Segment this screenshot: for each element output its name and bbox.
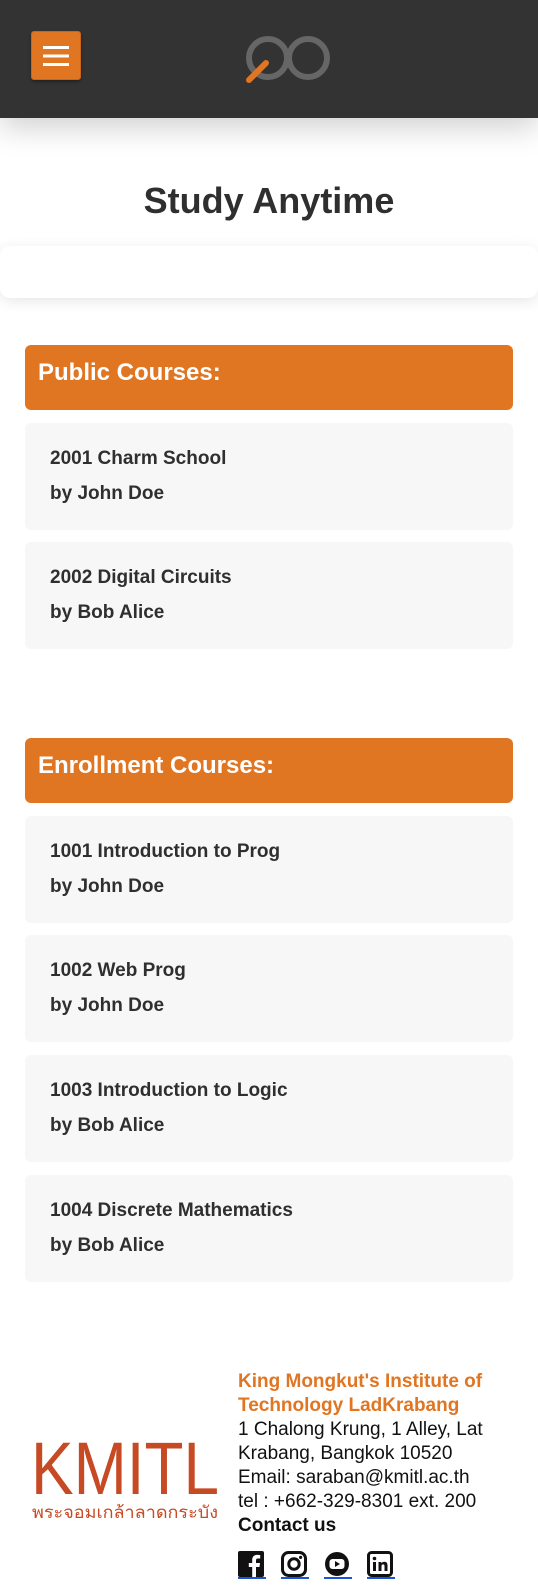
menu-button[interactable] <box>31 31 81 80</box>
course-author: by Bob Alice <box>50 1235 165 1256</box>
public-courses-heading: Public Courses: <box>38 359 221 386</box>
contact-heading: Contact us <box>238 1515 337 1536</box>
enrollment-courses-header: Enrollment Courses: <box>25 738 513 803</box>
course-author: by Bob Alice <box>50 1115 165 1136</box>
course-card[interactable]: 1003 Introduction to Logic by Bob Alice <box>25 1055 513 1162</box>
instagram-link[interactable] <box>281 1551 309 1579</box>
phone-text: tel : +662-329-8301 ext. 200 <box>238 1491 477 1512</box>
course-title: 1002 Web Prog <box>50 960 186 981</box>
course-card[interactable]: 2002 Digital Circuits by Bob Alice <box>25 542 513 649</box>
institution-name: King Mongkut's Institute of Technology L… <box>238 1371 483 1416</box>
course-card[interactable]: 1002 Web Prog by John Doe <box>25 935 513 1042</box>
course-title: 1004 Discrete Mathematics <box>50 1200 293 1221</box>
kmitl-logo: KMITL พระจอมเกล้าลาดกระบัง <box>31 1432 219 1523</box>
youtube-link[interactable] <box>324 1551 352 1579</box>
kmitl-logo-subtext: พระจอมเกล้าลาดกระบัง <box>32 1503 218 1523</box>
page-title: Study Anytime <box>143 180 395 221</box>
course-title: 2001 Charm School <box>50 448 227 469</box>
course-card[interactable]: 1001 Introduction to Prog by John Doe <box>25 816 513 923</box>
kmitl-logo-text: KMITL <box>31 1432 219 1510</box>
course-author: by John Doe <box>50 995 165 1016</box>
course-title: 1001 Introduction to Prog <box>50 841 281 862</box>
linkedin-icon <box>367 1551 393 1577</box>
course-title: 1003 Introduction to Logic <box>50 1080 288 1101</box>
course-card[interactable]: 2001 Charm School by John Doe <box>25 423 513 530</box>
top-navbar <box>0 0 538 118</box>
hamburger-icon <box>43 45 69 66</box>
facebook-link[interactable] <box>238 1551 266 1579</box>
footer-info: King Mongkut's Institute of Technology L… <box>238 1370 538 1538</box>
course-card[interactable]: 1004 Discrete Mathematics by Bob Alice <box>25 1175 513 1282</box>
youtube-icon <box>325 1552 349 1576</box>
course-author: by John Doe <box>50 483 165 504</box>
course-author: by John Doe <box>50 876 165 897</box>
instagram-icon <box>281 1551 307 1577</box>
filter-bar <box>0 246 538 298</box>
enrollment-courses-heading: Enrollment Courses: <box>38 752 275 779</box>
course-author: by Bob Alice <box>50 602 165 623</box>
address-text: 1 Chalong Krung, 1 Alley, Lat Krabang, B… <box>238 1419 483 1464</box>
linkedin-link[interactable] <box>367 1551 395 1579</box>
public-courses-header: Public Courses: <box>25 345 513 410</box>
facebook-icon <box>238 1551 264 1577</box>
course-title: 2002 Digital Circuits <box>50 567 232 588</box>
infinity-logo-icon[interactable] <box>246 30 332 86</box>
email-text: Email: saraban@kmitl.ac.th <box>238 1467 470 1488</box>
social-links <box>238 1551 395 1579</box>
